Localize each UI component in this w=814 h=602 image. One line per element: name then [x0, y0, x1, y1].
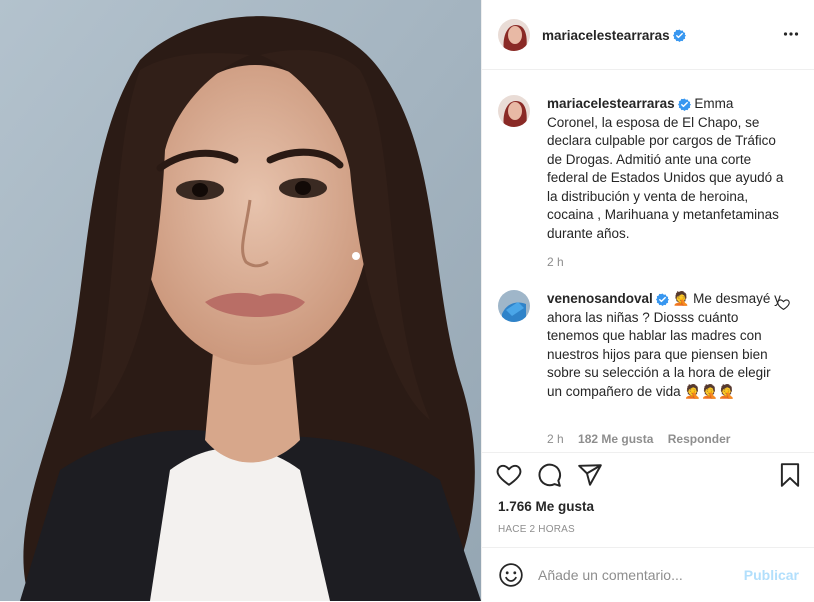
post-image — [0, 0, 481, 601]
comment-username[interactable]: venenosandoval — [547, 291, 653, 306]
bookmark-icon[interactable] — [777, 462, 803, 488]
comment-text: venenosandoval 🤦 Me desmayé y ahora las … — [547, 290, 787, 401]
more-options-icon[interactable] — [783, 26, 799, 42]
author-username[interactable]: mariacelestearraras — [542, 28, 670, 43]
author-avatar[interactable] — [498, 19, 530, 51]
avatar-image — [498, 290, 530, 322]
comment-like-heart-icon[interactable] — [777, 298, 790, 311]
heart-icon[interactable] — [496, 462, 522, 488]
commenter-avatar[interactable] — [498, 290, 530, 322]
post-actions: 1.766 Me gusta HACE 2 HORAS — [482, 452, 814, 548]
share-icon[interactable] — [577, 462, 603, 488]
verified-badge-icon — [672, 29, 686, 43]
comment-likes[interactable]: 182 Me gusta — [578, 432, 653, 446]
comment-body: 🤦 Me desmayé y ahora las niñas ? Diosss … — [547, 291, 781, 399]
author-info: mariacelestearraras — [542, 27, 686, 45]
comment-icon[interactable] — [536, 462, 562, 488]
post-photo[interactable] — [0, 0, 481, 601]
comment-time[interactable]: 2 h — [547, 432, 564, 446]
post-header: mariacelestearraras — [482, 0, 814, 70]
comment-composer: Publicar — [482, 547, 814, 602]
comment-meta: 2 h 182 Me gusta Responder — [547, 432, 741, 446]
caption-text: mariacelestearraras Emma Coronel, la esp… — [547, 95, 787, 243]
post-timestamp[interactable]: HACE 2 HORAS — [498, 524, 575, 535]
caption-username[interactable]: mariacelestearraras — [547, 96, 675, 111]
comment-input[interactable] — [538, 565, 738, 585]
verified-badge-icon — [655, 293, 669, 306]
publish-button[interactable]: Publicar — [744, 567, 799, 583]
comments-list[interactable]: mariacelestearraras Emma Coronel, la esp… — [482, 70, 814, 451]
caption-meta: 2 h — [547, 255, 575, 269]
emoji-icon[interactable] — [498, 562, 524, 588]
avatar-image — [498, 19, 530, 51]
verified-badge-icon — [677, 98, 691, 111]
caption-body: Emma Coronel, la esposa de El Chapo, se … — [547, 96, 784, 241]
post-details-panel: mariacelestearraras mariacelestearraras … — [481, 0, 814, 601]
caption-time[interactable]: 2 h — [547, 255, 564, 269]
avatar-image — [498, 95, 530, 127]
caption-avatar[interactable] — [498, 95, 530, 127]
likes-count[interactable]: 1.766 Me gusta — [498, 499, 594, 514]
reply-button[interactable]: Responder — [668, 432, 731, 446]
